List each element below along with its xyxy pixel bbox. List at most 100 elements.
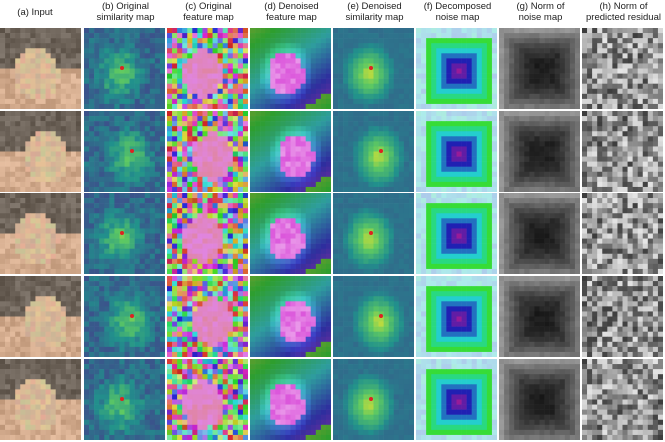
map-cell bbox=[182, 268, 188, 274]
map-cell bbox=[519, 186, 525, 192]
map-cell bbox=[134, 203, 140, 209]
map-cell bbox=[310, 126, 317, 132]
map-cell bbox=[612, 28, 618, 34]
map-cell bbox=[260, 141, 266, 147]
map-cell bbox=[255, 83, 261, 90]
map-cell bbox=[456, 176, 462, 183]
map-cell bbox=[45, 141, 51, 147]
map-cell bbox=[368, 78, 374, 84]
map-cell bbox=[587, 156, 593, 162]
map-cell bbox=[486, 126, 493, 132]
map-cell bbox=[89, 141, 95, 147]
map-cell bbox=[617, 103, 623, 109]
map-cell bbox=[436, 83, 442, 90]
map-cell bbox=[129, 171, 135, 178]
map-cell bbox=[149, 98, 156, 105]
map-cell bbox=[5, 238, 11, 244]
map-cell bbox=[358, 136, 364, 142]
map-cell bbox=[260, 171, 266, 178]
map-cell bbox=[139, 136, 146, 142]
map-cell bbox=[250, 166, 256, 173]
map-cell bbox=[295, 58, 301, 64]
map-cell bbox=[343, 68, 349, 74]
map-cell bbox=[197, 248, 203, 255]
map-cell bbox=[197, 218, 203, 224]
map-cell bbox=[197, 68, 203, 74]
map-cell bbox=[295, 186, 301, 192]
map-cell bbox=[50, 243, 56, 249]
resid-map-image bbox=[582, 28, 663, 109]
map-cell bbox=[320, 176, 327, 183]
map-cell bbox=[260, 176, 266, 183]
map-cell bbox=[574, 68, 580, 74]
map-cell bbox=[172, 146, 178, 152]
map-cell bbox=[114, 53, 120, 59]
map-cell bbox=[280, 53, 286, 59]
map-cell bbox=[657, 88, 663, 95]
map-cell bbox=[25, 243, 31, 249]
map-cell bbox=[275, 146, 281, 152]
map-cell bbox=[408, 78, 414, 84]
map-cell bbox=[0, 88, 6, 95]
map-cell bbox=[300, 198, 306, 204]
map-cell bbox=[602, 151, 608, 157]
map-cell bbox=[10, 263, 16, 270]
map-cell bbox=[55, 121, 62, 127]
map-cell bbox=[70, 193, 77, 199]
map-cell bbox=[315, 176, 322, 183]
map-cell bbox=[182, 218, 188, 224]
map-cell bbox=[471, 88, 478, 95]
map-cell bbox=[524, 116, 530, 122]
map-cell bbox=[227, 238, 234, 244]
map-cell bbox=[15, 126, 21, 132]
map-cell bbox=[227, 48, 234, 54]
map-cell bbox=[373, 73, 379, 79]
map-cell bbox=[45, 161, 51, 167]
map-cell bbox=[295, 48, 301, 54]
map-cell bbox=[431, 63, 437, 69]
map-cell bbox=[524, 93, 530, 100]
map-cell bbox=[471, 166, 478, 173]
map-cell bbox=[227, 136, 234, 142]
map-cell bbox=[353, 176, 359, 183]
map-cell bbox=[549, 151, 555, 157]
map-cell bbox=[192, 198, 198, 204]
map-cell bbox=[35, 98, 41, 105]
map-cell bbox=[554, 88, 561, 95]
map-cell bbox=[197, 213, 203, 219]
map-cell bbox=[222, 121, 229, 127]
map-cell bbox=[15, 103, 21, 109]
map-cell bbox=[270, 111, 276, 117]
map-cell bbox=[602, 63, 608, 69]
map-cell bbox=[65, 233, 72, 239]
map-cell bbox=[320, 181, 327, 188]
map-cell bbox=[574, 136, 580, 142]
map-cell bbox=[260, 146, 266, 152]
map-cell bbox=[75, 146, 81, 152]
map-cell bbox=[657, 68, 663, 74]
map-cell bbox=[217, 43, 223, 49]
map-cell bbox=[50, 248, 56, 255]
map-cell bbox=[177, 156, 183, 162]
map-cell bbox=[104, 171, 110, 178]
map-cell bbox=[217, 103, 223, 109]
map-cell bbox=[222, 186, 229, 192]
map-cell bbox=[50, 233, 56, 239]
map-cell bbox=[587, 181, 593, 188]
map-cell bbox=[378, 166, 384, 173]
map-cell bbox=[30, 83, 36, 90]
map-cell bbox=[617, 126, 623, 132]
map-cell bbox=[265, 111, 271, 117]
query-point-marker bbox=[379, 149, 383, 153]
map-cell bbox=[89, 198, 95, 204]
map-cell bbox=[192, 268, 198, 274]
map-cell bbox=[627, 103, 633, 109]
map-cell bbox=[539, 111, 545, 117]
map-cell bbox=[529, 111, 535, 117]
map-cell bbox=[325, 198, 331, 204]
map-cell bbox=[529, 28, 535, 34]
map-cell bbox=[114, 228, 120, 234]
map-cell bbox=[539, 151, 545, 157]
map-cell bbox=[260, 156, 266, 162]
map-cell bbox=[325, 186, 331, 192]
